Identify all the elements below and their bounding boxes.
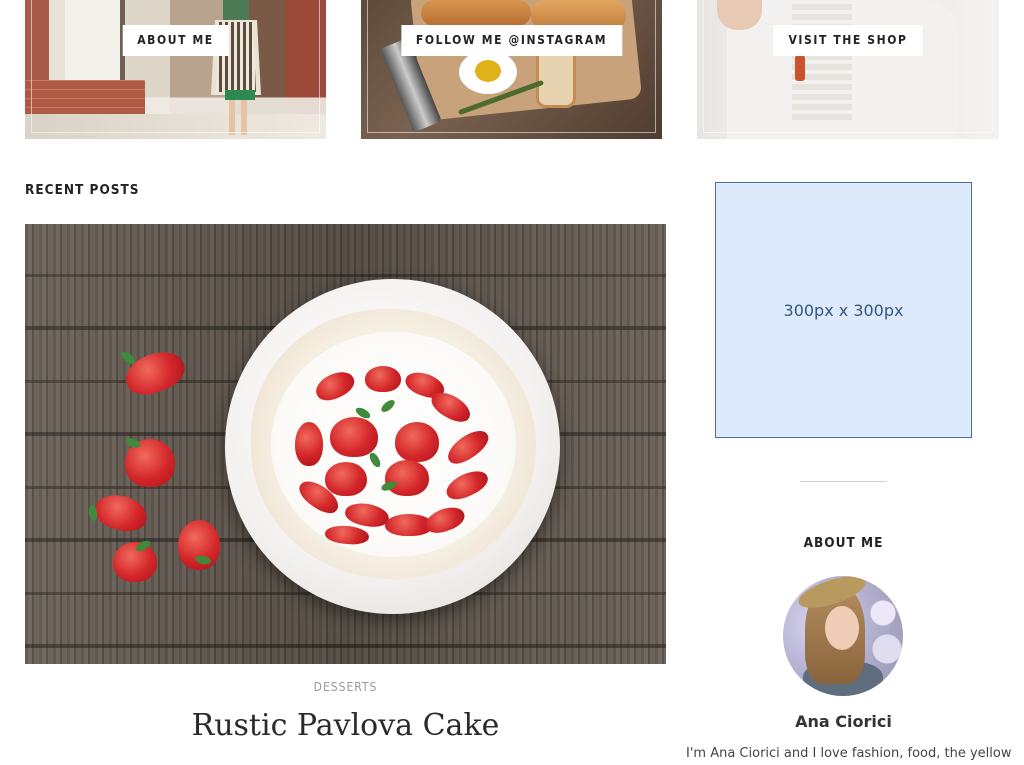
ad-placeholder: 300px x 300px (715, 182, 972, 438)
about-me-promo[interactable]: ABOUT ME (25, 0, 326, 139)
post-title-link[interactable]: Rustic Pavlova Cake (25, 708, 666, 743)
post-category-link[interactable]: DESSERTS (25, 680, 666, 694)
follow-instagram-button[interactable]: FOLLOW ME @INSTAGRAM (400, 25, 623, 56)
instagram-promo[interactable]: FOLLOW ME @INSTAGRAM (361, 0, 662, 139)
shop-promo[interactable]: VISIT THE SHOP (697, 0, 999, 139)
avatar (783, 576, 903, 696)
visit-shop-button[interactable]: VISIT THE SHOP (773, 25, 923, 56)
post-featured-image[interactable] (25, 224, 666, 664)
woman-walking-image (211, 0, 261, 135)
author-bio: I'm Ana Ciorici and I love fashion, food… (686, 746, 1012, 761)
sidebar-divider (800, 481, 887, 482)
tag-image (795, 55, 805, 81)
about-me-button[interactable]: ABOUT ME (122, 25, 229, 56)
promo-background-detail (25, 114, 326, 139)
recent-posts-heading: RECENT POSTS (25, 182, 140, 198)
bread-image (421, 0, 531, 26)
about-me-heading: ABOUT ME (803, 535, 884, 551)
olive-oil-bowl-image (459, 50, 517, 94)
ad-placeholder-label: 300px x 300px (783, 300, 904, 320)
author-name: Ana Ciorici (795, 712, 892, 731)
